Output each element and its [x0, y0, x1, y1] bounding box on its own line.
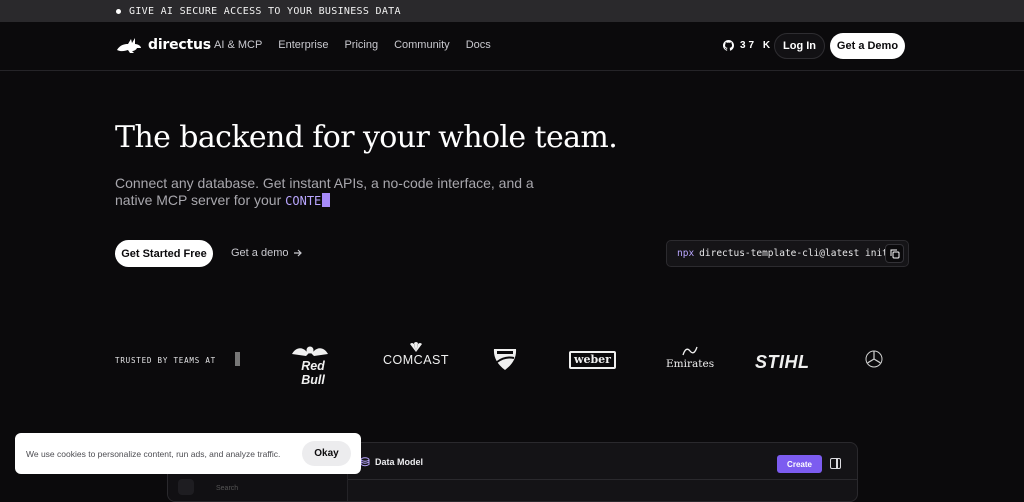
mercedes-logo — [865, 350, 883, 368]
copy-icon — [890, 249, 899, 258]
database-icon — [360, 457, 370, 467]
redbull-wordmark: Red Bull — [301, 359, 325, 387]
github-icon — [723, 40, 734, 51]
github-star-count: 37 K — [740, 40, 774, 51]
hero-title: The backend for your whole team. — [115, 120, 618, 155]
rabbit-logo-icon — [117, 38, 141, 53]
nav-links: AI & MCP Enterprise Pricing Community Do… — [214, 39, 507, 51]
peacock-icon — [410, 342, 422, 352]
mercedes-star-icon — [865, 350, 883, 368]
nav-link-ai-mcp[interactable]: AI & MCP — [214, 39, 262, 51]
login-button[interactable]: Log In — [774, 33, 825, 59]
get-a-demo-label: Get a demo — [231, 247, 289, 259]
stihl-logo: STIHL — [755, 352, 810, 372]
github-stars-link[interactable]: 37 K — [723, 40, 773, 51]
arrow-right-icon — [294, 249, 303, 257]
nav-link-community[interactable]: Community — [394, 39, 450, 51]
announcement-bar[interactable]: GIVE AI SECURE ACCESS TO YOUR BUSINESS D… — [0, 0, 1024, 22]
get-a-demo-link[interactable]: Get a demo — [231, 247, 303, 259]
weber-logo: weber — [569, 351, 616, 369]
emirates-logo: Emirates — [666, 346, 715, 370]
bull-icon — [292, 346, 328, 356]
data-model-title: Data Model — [375, 457, 424, 467]
redbull-logo: Red Bull — [290, 344, 336, 387]
typing-caret — [322, 193, 331, 207]
get-started-button[interactable]: Get Started Free — [115, 240, 213, 267]
emirates-wordmark: Emirates — [666, 358, 715, 370]
copy-command-button[interactable] — [885, 244, 904, 263]
cli-prefix: npx — [677, 248, 695, 259]
nav-link-docs[interactable]: Docs — [466, 39, 491, 51]
customer-logos: Red Bull COMCAST weber Emirates STIHL — [230, 340, 906, 387]
create-button[interactable]: Create — [777, 455, 822, 473]
nav-link-enterprise[interactable]: Enterprise — [278, 39, 328, 51]
cli-command: directus-template-cli@latest init — [699, 248, 888, 259]
partial-logo — [235, 352, 240, 366]
cookie-text: We use cookies to personalize content, r… — [26, 448, 281, 459]
nav-link-pricing[interactable]: Pricing — [344, 39, 378, 51]
cookie-okay-button[interactable]: Okay — [302, 441, 351, 466]
cookie-banner: We use cookies to personalize content, r… — [15, 433, 361, 474]
ducati-shield-icon — [493, 349, 517, 370]
divider — [348, 479, 857, 480]
hero-subtitle: Connect any database. Get instant APIs, … — [115, 175, 545, 210]
emirates-calligraphy-icon — [682, 346, 698, 356]
sidebar-module-icon — [178, 479, 194, 495]
cli-command-box[interactable]: npx directus-template-cli@latest init — [666, 240, 909, 267]
directus-logo[interactable]: directus — [115, 36, 211, 54]
get-demo-button[interactable]: Get a Demo — [830, 33, 905, 59]
logo-wordmark: directus — [148, 37, 211, 53]
typed-word: CONTE — [285, 194, 322, 208]
bullet-icon — [116, 8, 121, 14]
top-navigation: directus AI & MCP Enterprise Pricing Com… — [0, 22, 1024, 71]
announcement-text: GIVE AI SECURE ACCESS TO YOUR BUSINESS D… — [129, 5, 401, 17]
ducati-logo — [492, 346, 518, 377]
comcast-logo: COMCAST — [383, 342, 449, 367]
panel-toggle-icon[interactable] — [830, 458, 841, 469]
sidebar-search[interactable]: Search — [216, 485, 336, 497]
data-model-header: Data Model — [360, 457, 423, 467]
trusted-by-label: TRUSTED BY TEAMS AT — [115, 356, 216, 365]
comcast-wordmark: COMCAST — [383, 353, 449, 367]
